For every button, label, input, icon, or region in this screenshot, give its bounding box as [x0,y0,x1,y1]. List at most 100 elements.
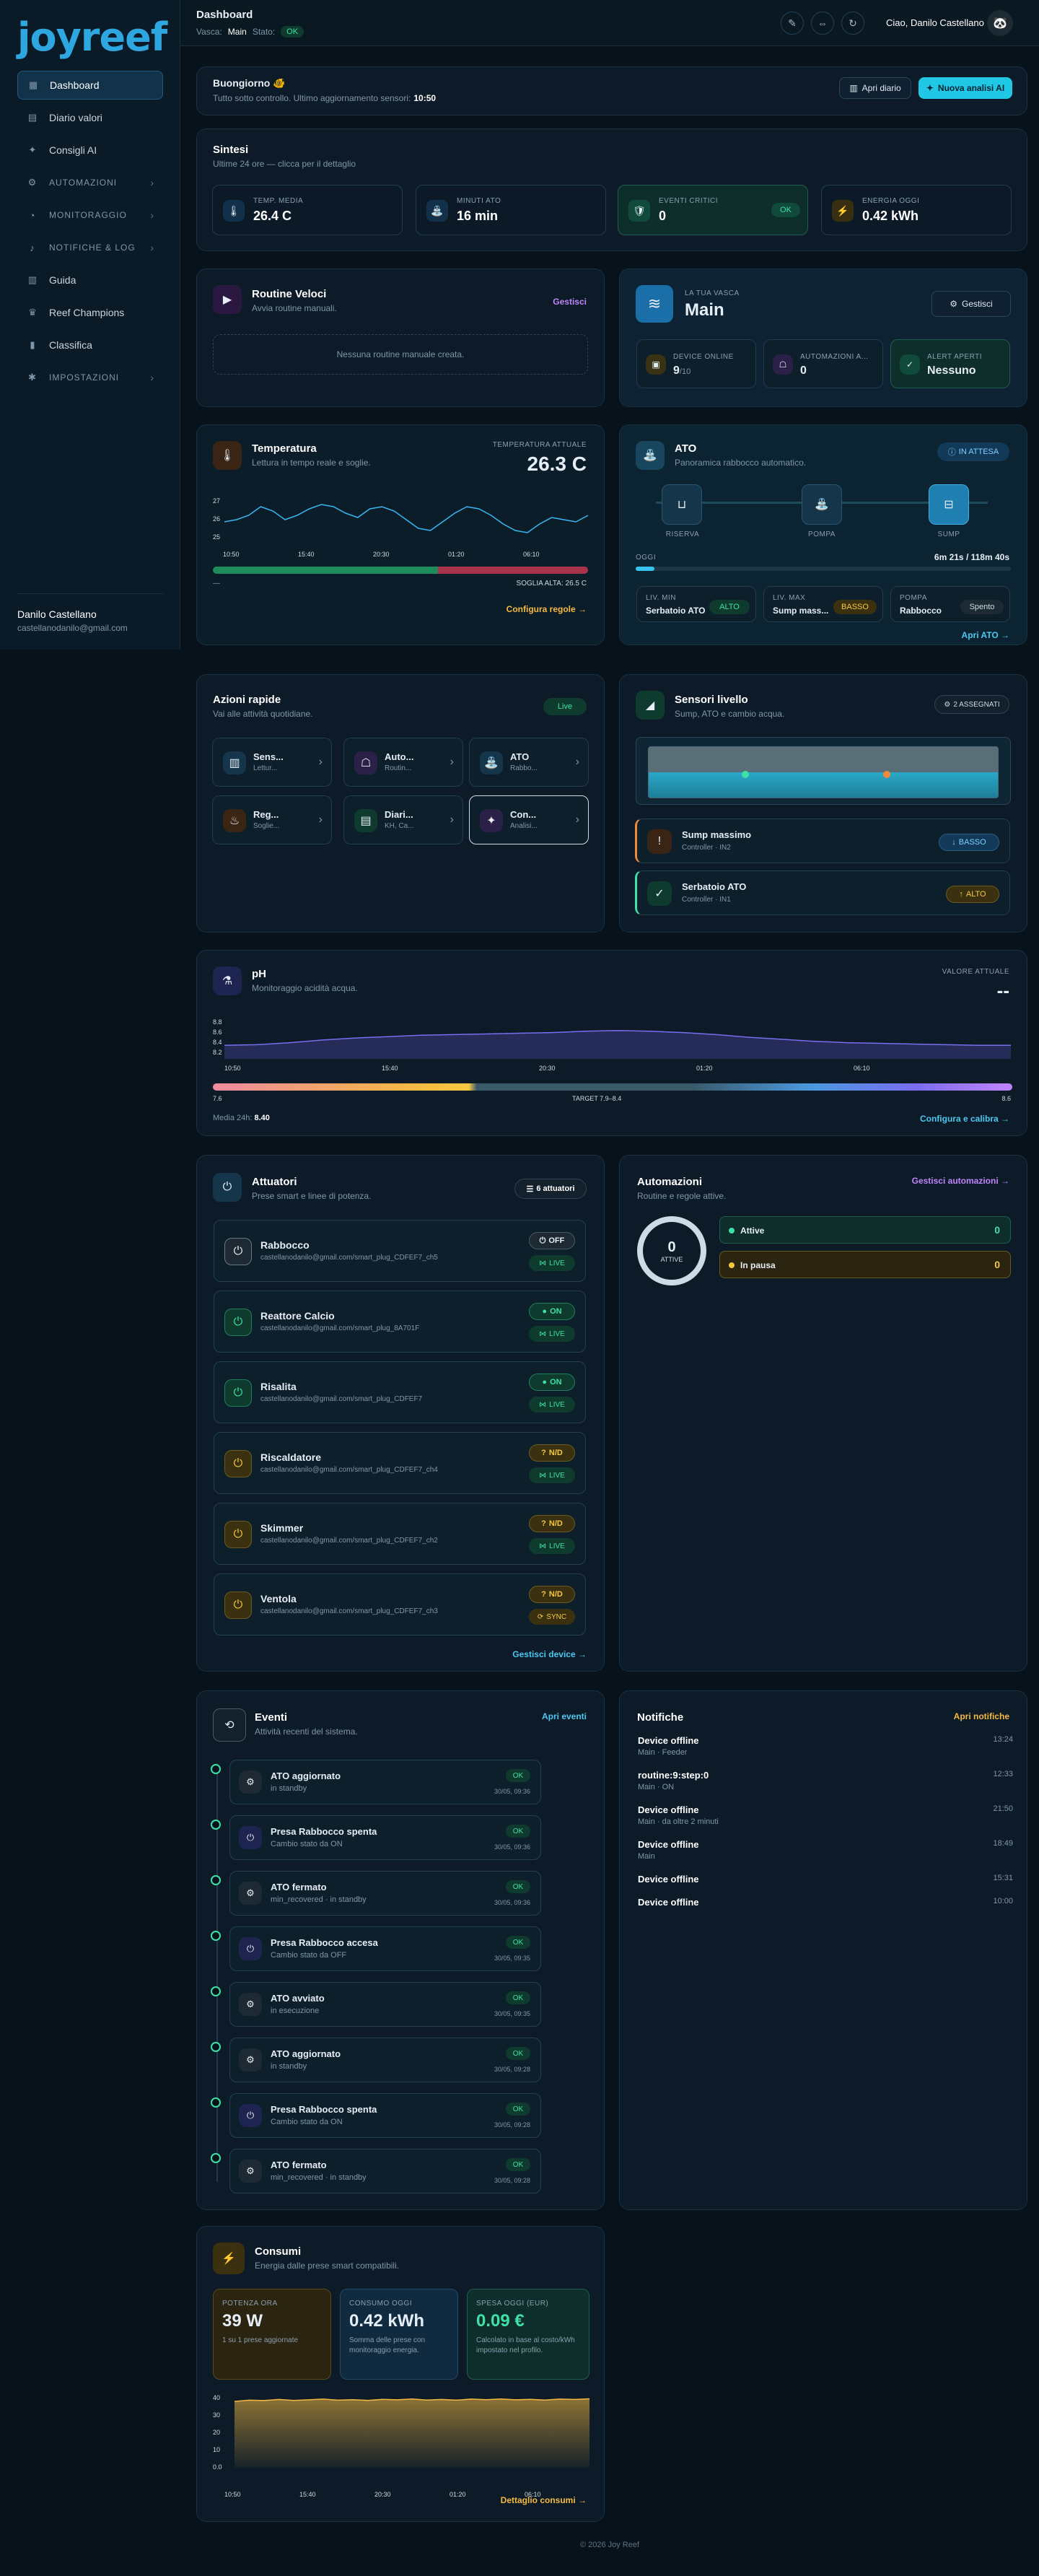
event-item[interactable]: ⚙ ATO aggiornato in standby OK 30/05, 09… [229,2038,541,2082]
open-ato-link[interactable]: Apri ATO → [962,630,1009,640]
tank-stat-device-online[interactable]: ▣ DEVICE ONLINE 9/10 [636,339,756,388]
actuator-state-badge[interactable]: ? N/D [529,1586,575,1603]
quick-action-regole[interactable]: ♨ Reg... Soglie... › [212,795,332,844]
stat-label: ALERT APERTI [927,353,983,361]
event-item[interactable]: ⏻ Presa Rabbocco accesa Cambio stato da … [229,1926,541,1971]
new-ai-analysis-button[interactable]: ✦ Nuova analisi AI [919,77,1012,99]
actuator-id: castellanodanilo@gmail.com/smart_plug_CD… [260,1254,438,1262]
event-item[interactable]: ⏻ Presa Rabbocco spenta Cambio stato da … [229,1815,541,1860]
resize-icon[interactable]: ⇔ [811,12,834,35]
open-diary-button[interactable]: ▥ Apri diario [839,77,911,99]
welcome-card: Buongiorno 🐠 Tutto sotto controllo. Ulti… [196,66,1027,115]
notification-subtitle: Main · da oltre 2 minuti [638,1817,719,1826]
event-item[interactable]: ⚙ ATO aggiornato in standby OK 30/05, 09… [229,1760,541,1804]
consumption-detail-link[interactable]: Dettaglio consumi → [501,2495,587,2505]
notification-item[interactable]: routine:9:step:0 Main · ON 12:33 [638,1770,1013,1791]
app-logo[interactable]: joyreef [17,14,167,60]
y-tick: 8.6 [213,1029,222,1036]
x-tick: 10:50 [224,2491,241,2498]
actuator-row-ventola[interactable]: ⏻ Ventola castellanodanilo@gmail.com/smart… [214,1573,586,1636]
quick-action-diario[interactable]: ▤ Diari... KH, Ca... › [343,795,463,844]
event-item[interactable]: ⚙ ATO avviato in esecuzione OK 30/05, 09… [229,1982,541,2027]
kpi-temp-media[interactable]: 🌡 TEMP. MEDIA 26.4 C [212,185,403,235]
open-events-link[interactable]: Apri eventi [542,1711,587,1721]
bolt-icon: ⚡ [213,2243,245,2274]
sidebar-group-automazioni[interactable]: ⚙ AUTOMAZIONI › [17,168,163,197]
notifications-title: Notifiche [637,1711,684,1724]
paused-label: In pausa [740,1260,776,1270]
sidebar-item-diario[interactable]: ▤ Diario valori [17,103,163,132]
shield-icon: 🛡 [628,200,650,222]
user-greeting[interactable]: Ciao, Danilo Castellano [886,17,984,28]
temperature-threshold-bar [213,567,588,574]
level-sensor-ato[interactable]: ✓ Serbatoio ATO Controller · IN1 ↑ ALTO [635,870,1010,915]
level-sensor-sump[interactable]: ! Sump massimo Controller · IN2 ↓ BASSO [635,818,1010,863]
notification-item[interactable]: Device offline 15:31 [638,1874,1013,1885]
quick-action-sensori[interactable]: ▥ Sens... Lettur... › [212,738,332,787]
actuator-state-badge[interactable]: ⏻ OFF [529,1232,575,1249]
actuators-header: Attuatori Prese smart e linee di potenza… [252,1176,371,1201]
quick-action-ato[interactable]: ⛲ ATO Rabbo... › [469,738,589,787]
routine-manage-link[interactable]: Gestisci [553,297,587,307]
notification-item[interactable]: Device offline Main 18:49 [638,1839,1013,1861]
notification-subtitle: Main · ON [638,1783,675,1791]
tank-water [648,746,999,798]
open-notifications-link[interactable]: Apri notifiche [954,1711,1009,1721]
actuator-row-skimmer[interactable]: ⏻ Skimmer castellanodanilo@gmail.com/smart… [214,1503,586,1565]
manage-devices-link[interactable]: Gestisci device → [512,1649,587,1659]
sidebar-group-monitoraggio[interactable]: ◔ MONITORAGGIO › [17,201,163,230]
sidebar-item-guida[interactable]: ▥ Guida [17,266,163,294]
event-title: Presa Rabbocco spenta [271,1826,377,1837]
quick-action-automazioni[interactable]: ☖ Auto... Routin... › [343,738,463,787]
automations-title: Automazioni [637,1176,702,1188]
sparkle-icon: ✦ [480,809,503,832]
ato-level-min: LIV. MIN Serbatoio ATO ALTO [636,586,756,622]
sidebar-item-classifica[interactable]: ▮ Classifica [17,331,163,359]
refresh-icon[interactable]: ↻ [841,12,864,35]
edit-icon[interactable]: ✎ [781,12,804,35]
actuator-row-riscaldatore[interactable]: ⏻ Riscaldatore castellanodanilo@gmail.com/… [214,1432,586,1494]
manage-automations-link[interactable]: Gestisci automazioni → [912,1176,1009,1186]
assigned-label: 2 ASSEGNATI [953,700,1000,709]
event-status-badge: OK [506,1880,530,1893]
quick-action-consigli[interactable]: ✦ Con... Analisi... › [469,795,589,844]
automations-count-label: ATTIVE [660,1255,683,1263]
events-subtitle: Attività recenti del sistema. [255,1726,358,1737]
actuator-state-badge[interactable]: ? N/D [529,1515,575,1532]
notification-item[interactable]: Device offline 10:00 [638,1897,1013,1908]
actuator-state-badge[interactable]: ? N/D [529,1444,575,1462]
configure-ph-link[interactable]: Configura e calibra → [920,1114,1009,1124]
tank-stat-alert[interactable]: ✓ ALERT APERTI Nessuno [890,339,1010,388]
sidebar-group-impostazioni[interactable]: ✱ IMPOSTAZIONI › [17,363,163,392]
notification-item[interactable]: Device offline Main · Feeder 13:24 [638,1735,1013,1757]
level-name: Sump mass... [773,606,829,616]
x-tick: 10:50 [224,1065,241,1072]
event-item[interactable]: ⚙ ATO fermato min_recovered · in standby… [229,2149,541,2193]
sidebar-item-dashboard[interactable]: ▦ Dashboard [17,71,163,100]
event-item[interactable]: ⏻ Presa Rabbocco spenta Cambio stato da … [229,2093,541,2138]
sidebar-group-notifiche[interactable]: ♪ NOTIFICHE & LOG › [17,233,163,262]
actuator-row-risalita[interactable]: ⏻ Risalita castellanodanilo@gmail.com/smar… [214,1361,586,1423]
avatar[interactable]: 🐼 [987,10,1013,36]
kpi-energia-oggi[interactable]: ⚡ ENERGIA OGGI 0.42 kWh [821,185,1012,235]
notification-item[interactable]: Device offline Main · da oltre 2 minuti … [638,1804,1013,1826]
actuator-state-badge[interactable]: ● ON [529,1374,575,1391]
kpi-minuti-ato[interactable]: ⛲ MINUTI ATO 16 min [416,185,606,235]
sidebar-item-consigli-ai[interactable]: ✦ Consigli AI [17,136,163,165]
current-temperature-value: 26.3 C [527,453,587,475]
temperature-subtitle: Lettura in tempo reale e soglie. [252,458,371,468]
automations-active-row[interactable]: Attive 0 [719,1216,1011,1244]
actuator-row-rabbocco[interactable]: ⏻ Rabbocco castellanodanilo@gmail.com/smar… [214,1220,586,1282]
configure-rules-link[interactable]: Configura regole → [507,604,587,614]
sidebar-item-reef-champions[interactable]: ♛ Reef Champions [17,298,163,327]
tank-manage-button[interactable]: ⚙ Gestisci [931,291,1011,317]
sidebar-user[interactable]: Danilo Castellano castellanodanilo@gmail… [17,593,163,633]
event-status-badge: OK [506,2158,530,2171]
kpi-eventi-critici[interactable]: 🛡 EVENTI CRITICI 0 OK [618,185,808,235]
automations-paused-row[interactable]: In pausa 0 [719,1251,1011,1278]
actuator-row-reattore-calcio[interactable]: ⏻ Reattore Calcio castellanodanilo@gmail.c… [214,1291,586,1353]
event-item[interactable]: ⚙ ATO fermato min_recovered · in standby… [229,1871,541,1916]
x-tick: 20:30 [373,551,390,558]
tank-stat-automazioni[interactable]: ☖ AUTOMAZIONI A... 0 [763,339,883,388]
actuator-state-badge[interactable]: ● ON [529,1303,575,1320]
